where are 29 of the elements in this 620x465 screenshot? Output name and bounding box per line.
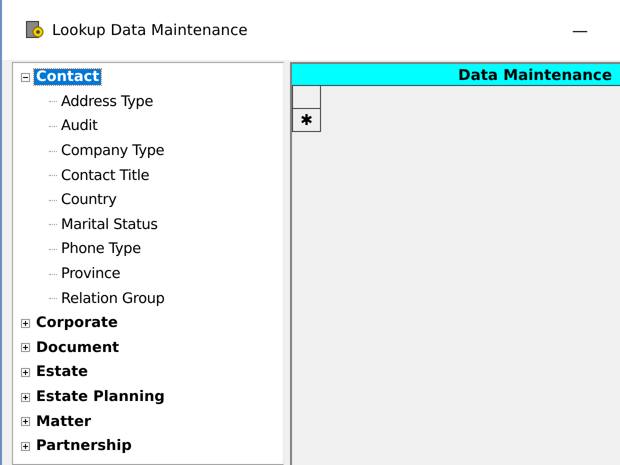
expand-icon[interactable]	[21, 392, 30, 402]
row-selector[interactable]	[292, 86, 321, 109]
tree-node[interactable]: Corporate	[34, 315, 120, 332]
tree-item[interactable]: Country	[59, 192, 119, 208]
tree-node[interactable]: Matter	[34, 414, 94, 430]
tree-item[interactable]: Marital Status	[59, 216, 160, 233]
tree-node[interactable]: Estate Planning	[34, 389, 167, 406]
expand-icon[interactable]	[21, 318, 30, 328]
tree-item[interactable]: Phone Type	[59, 241, 143, 258]
tree-item[interactable]: Relation Group	[59, 290, 167, 307]
expand-icon[interactable]	[21, 442, 30, 451]
grid-header: Data Maintenance	[292, 64, 620, 86]
tree-item[interactable]: Company Type	[59, 143, 166, 160]
collapse-icon[interactable]	[21, 72, 30, 82]
tree-node[interactable]: Contact	[34, 69, 102, 86]
tree-node[interactable]: Estate	[34, 364, 90, 380]
tree-item[interactable]: Contact Title	[59, 168, 152, 184]
new-row-selector[interactable]: ✱	[292, 109, 321, 132]
tree-node[interactable]: Document	[34, 340, 122, 356]
expand-icon[interactable]	[21, 343, 30, 352]
app-icon	[26, 21, 44, 39]
expand-icon[interactable]	[21, 417, 30, 426]
tree-node[interactable]: Partnership	[34, 438, 134, 454]
minimize-button[interactable]: —	[560, 20, 600, 40]
tree-item[interactable]: Province	[59, 266, 122, 282]
expand-icon[interactable]	[21, 368, 30, 377]
window-title: Lookup Data Maintenance	[52, 21, 249, 39]
tree-item[interactable]: Audit	[59, 118, 100, 134]
tree-item[interactable]: Address Type	[59, 94, 156, 110]
